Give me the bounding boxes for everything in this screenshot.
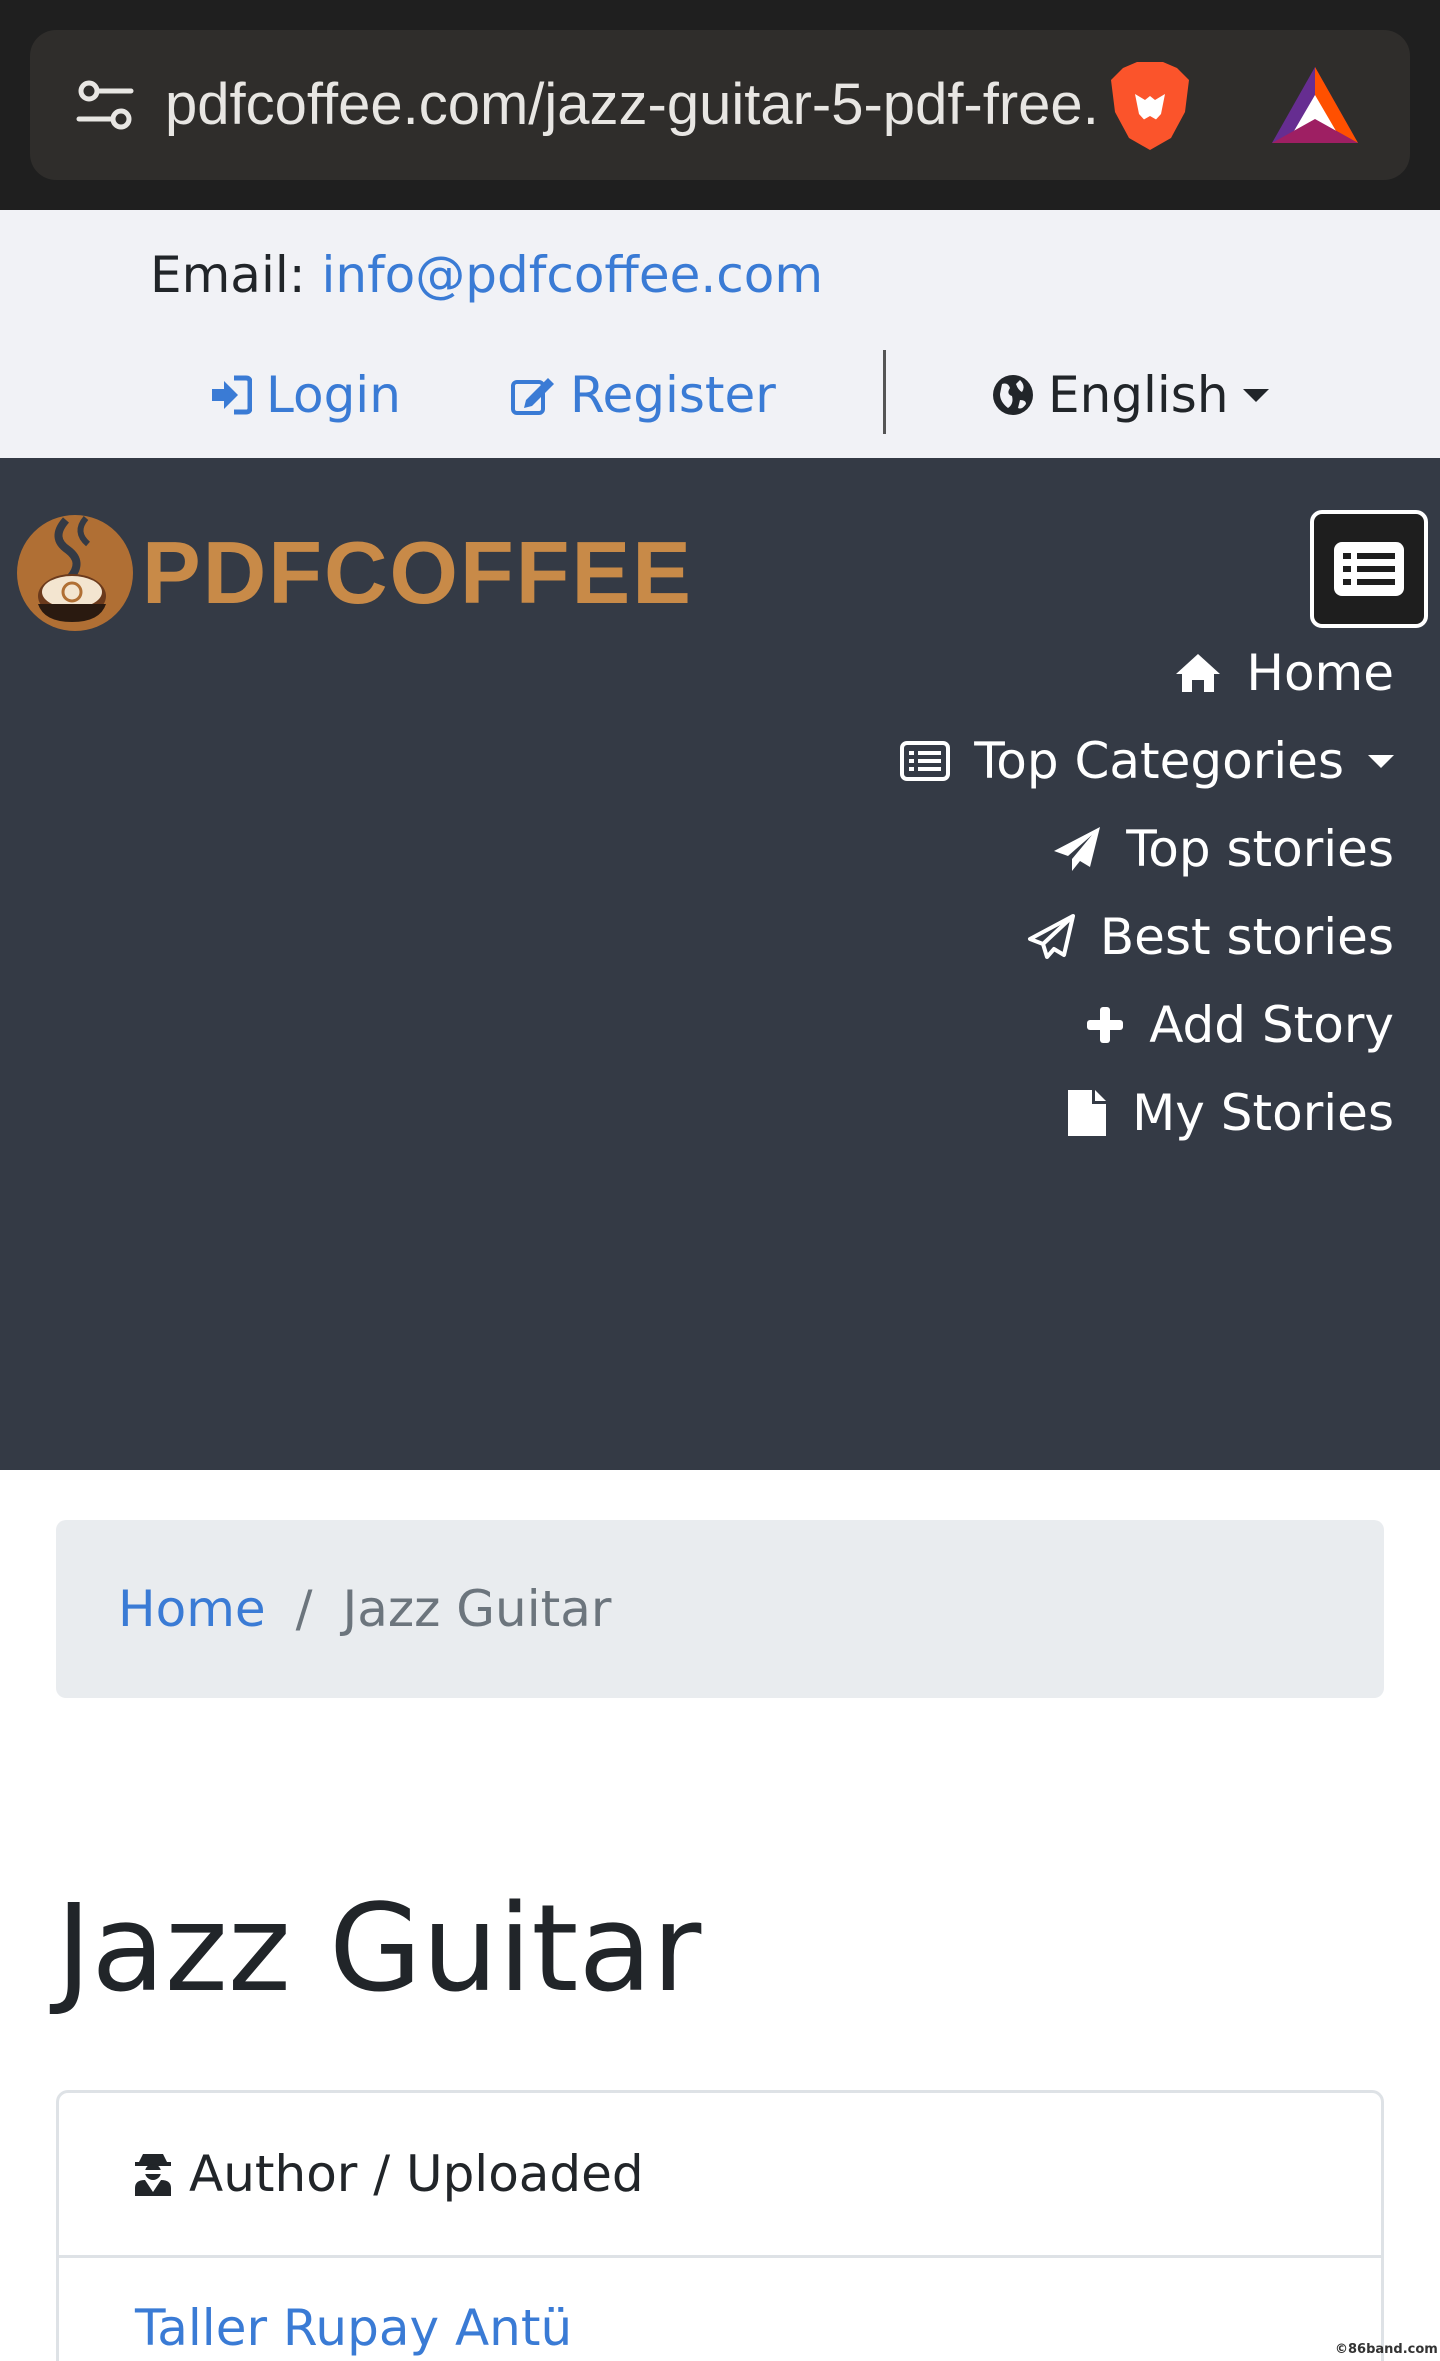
list-alt-icon (1334, 542, 1404, 596)
email-label: Email: (150, 246, 306, 304)
auth-row: Login Register English (0, 350, 1440, 460)
nav-top-categories-label: Top Categories (974, 732, 1344, 790)
nav-my-stories-label: My Stories (1132, 1084, 1394, 1142)
navbar-toggler-button[interactable] (1310, 510, 1428, 628)
main-navbar: PDFCOFFEE Home Top Categories Top storie… (0, 458, 1440, 1470)
logo-text: PDFCOFFEE (142, 523, 693, 622)
nav-top-stories[interactable]: Top stories (1052, 814, 1394, 884)
page-title: Jazz Guitar (56, 1880, 702, 2019)
author-header-label: Author / Uploaded (189, 2145, 644, 2203)
author-card: Author / Uploaded Taller Rupay Antü (56, 2090, 1384, 2361)
language-label: English (1048, 366, 1229, 424)
coffee-cup-logo-icon (17, 515, 133, 631)
breadcrumb-current: Jazz Guitar (342, 1580, 612, 1638)
nav-top-stories-label: Top stories (1126, 820, 1394, 878)
brave-lion-icon[interactable] (1105, 60, 1195, 152)
register-link[interactable]: Register (510, 365, 776, 425)
url-text[interactable]: pdfcoffee.com/jazz-guitar-5-pdf-free.htm… (165, 70, 1100, 140)
nav-home[interactable]: Home (1174, 638, 1394, 708)
sign-in-icon (212, 375, 252, 415)
paper-plane-solid-icon (1054, 827, 1101, 871)
nav-best-stories[interactable]: Best stories (1026, 902, 1394, 972)
breadcrumb-separator: / (295, 1580, 313, 1638)
file-icon (1068, 1090, 1107, 1136)
nav-add-story-label: Add Story (1149, 996, 1394, 1054)
paper-plane-outline-icon (1027, 914, 1075, 959)
address-bar[interactable]: pdfcoffee.com/jazz-guitar-5-pdf-free.htm… (30, 30, 1410, 180)
nav-home-label: Home (1246, 644, 1394, 702)
contact-email: Email: info@pdfcoffee.com (150, 240, 823, 310)
breadcrumb: Home / Jazz Guitar (56, 1520, 1384, 1698)
nav-my-stories[interactable]: My Stories (1066, 1078, 1394, 1148)
author-name-link[interactable]: Taller Rupay Antü (135, 2293, 572, 2361)
nav-top-categories[interactable]: Top Categories (900, 726, 1394, 796)
globe-icon (993, 375, 1033, 415)
user-secret-icon (135, 2154, 171, 2196)
language-dropdown[interactable]: English (992, 365, 1269, 425)
breadcrumb-home-link[interactable]: Home (118, 1580, 266, 1638)
login-link[interactable]: Login (210, 365, 401, 425)
divider (883, 350, 886, 434)
plus-icon (1087, 1007, 1124, 1043)
top-info-bar: Email: info@pdfcoffee.com Login Register (0, 210, 1440, 458)
email-link[interactable]: info@pdfcoffee.com (321, 246, 823, 304)
browser-chrome: pdfcoffee.com/jazz-guitar-5-pdf-free.htm… (0, 0, 1440, 210)
watermark: ©86band.com (1335, 2342, 1438, 2357)
login-label: Login (266, 366, 401, 424)
caret-down-icon (1242, 388, 1269, 402)
author-card-header: Author / Uploaded (59, 2093, 1381, 2258)
register-label: Register (570, 366, 776, 424)
caret-down-icon (1368, 754, 1394, 768)
tune-icon[interactable] (75, 75, 135, 135)
site-logo[interactable]: PDFCOFFEE (14, 508, 693, 638)
list-icon (900, 741, 951, 781)
nav-add-story[interactable]: Add Story (1085, 990, 1394, 1060)
bat-triangle-icon[interactable] (1270, 65, 1360, 145)
home-icon (1176, 654, 1221, 692)
edit-icon (511, 378, 554, 415)
nav-best-stories-label: Best stories (1099, 908, 1394, 966)
